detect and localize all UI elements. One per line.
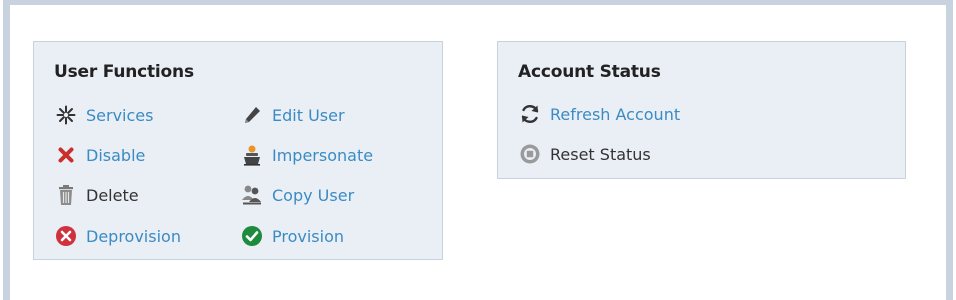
services-label: Services	[86, 105, 154, 125]
deprovision-label: Deprovision	[86, 226, 181, 246]
user-functions-title: User Functions	[54, 62, 194, 82]
refresh-account-link[interactable]: Refresh Account	[518, 101, 680, 127]
impersonate-icon	[240, 143, 264, 167]
edit-user-link[interactable]: Edit User	[240, 102, 345, 128]
user-functions-panel: User Functions Services Edit User Disabl…	[33, 41, 443, 260]
trash-icon	[54, 183, 78, 207]
copy-user-icon	[240, 183, 264, 207]
reset-status-label: Reset Status	[550, 144, 651, 164]
delete-label: Delete	[86, 185, 139, 205]
impersonate-link[interactable]: Impersonate	[240, 142, 373, 168]
refresh-account-label: Refresh Account	[550, 104, 681, 124]
disable-label: Disable	[86, 145, 146, 165]
stop-circle-icon	[518, 142, 542, 166]
disable-link[interactable]: Disable	[54, 142, 145, 168]
reset-status-link[interactable]: Reset Status	[518, 141, 651, 167]
pencil-icon	[240, 103, 264, 127]
red-x-icon	[54, 143, 78, 167]
green-check-circle-icon	[240, 224, 264, 248]
edit-user-label: Edit User	[272, 105, 345, 125]
refresh-icon	[518, 102, 542, 126]
account-status-title: Account Status	[518, 62, 661, 82]
delete-link[interactable]: Delete	[54, 182, 139, 208]
account-status-panel: Account Status Refresh Account Reset Sta…	[497, 41, 906, 179]
deprovision-link[interactable]: Deprovision	[54, 223, 181, 249]
impersonate-label: Impersonate	[272, 145, 374, 165]
copy-user-label: Copy User	[272, 185, 355, 205]
services-link[interactable]: Services	[54, 102, 153, 128]
provision-label: Provision	[272, 226, 345, 246]
asterisk-icon	[54, 103, 78, 127]
red-circle-x-icon	[54, 224, 78, 248]
copy-user-link[interactable]: Copy User	[240, 182, 354, 208]
provision-link[interactable]: Provision	[240, 223, 344, 249]
